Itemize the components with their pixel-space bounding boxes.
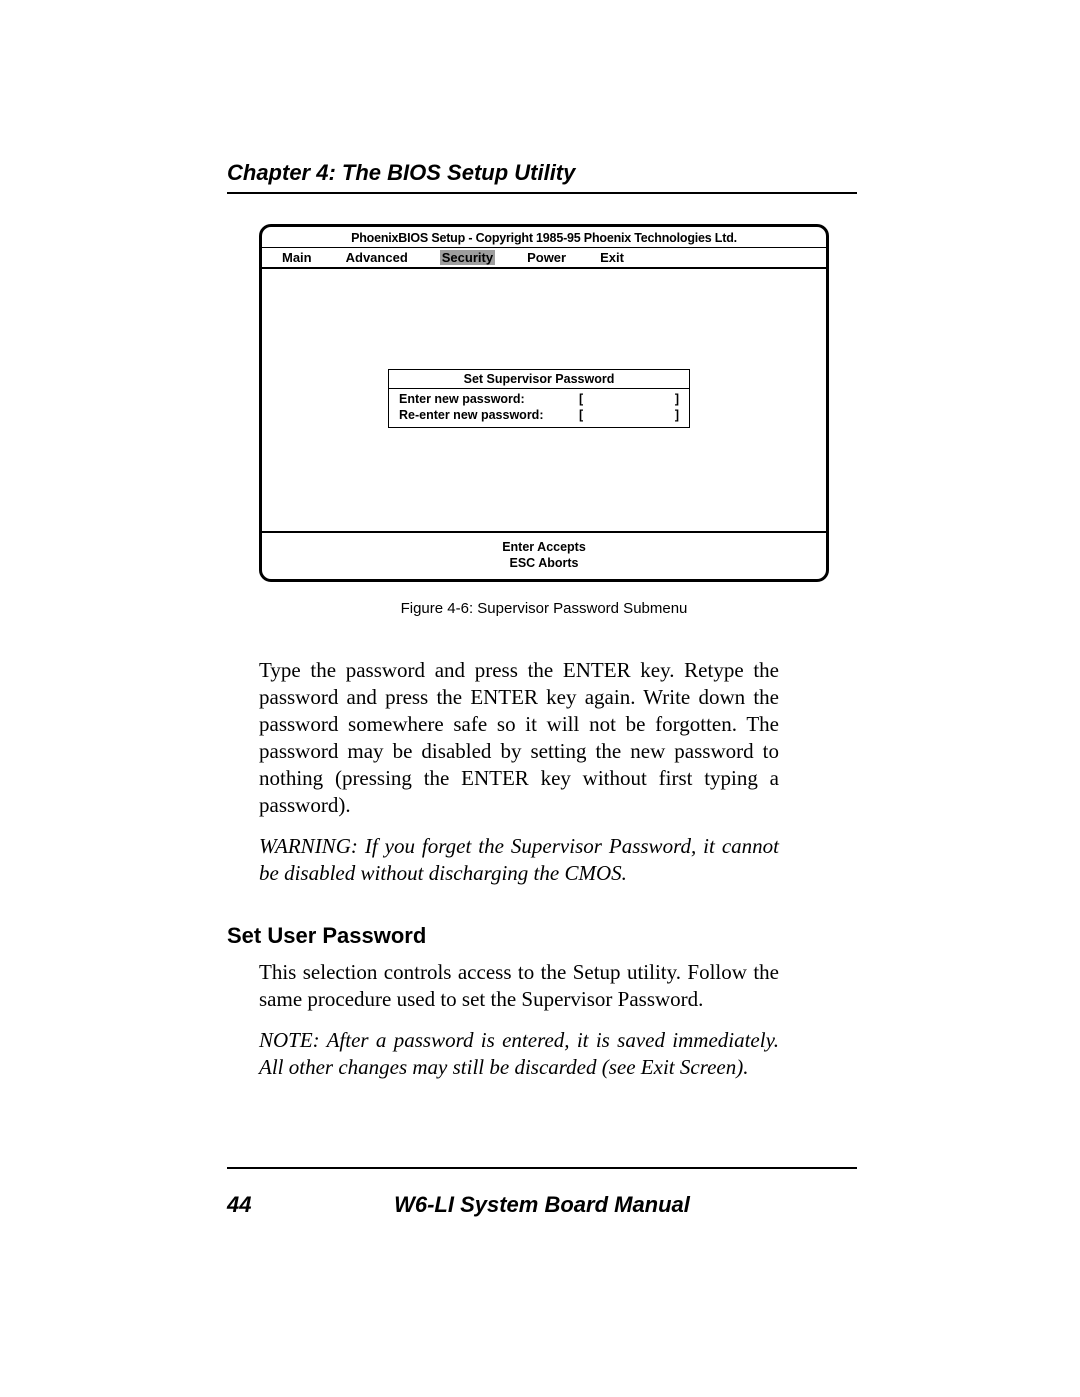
footer-rule [227,1167,857,1169]
tab-main[interactable]: Main [280,250,314,265]
reenter-password-field[interactable]: [ ] [579,407,679,423]
body-paragraph-1: Type the password and press the ENTER ke… [259,657,779,819]
bios-title: PhoenixBIOS Setup - Copyright 1985-95 Ph… [262,227,826,247]
note-paragraph: NOTE: After a password is entered, it is… [259,1027,779,1081]
chapter-title: Chapter 4: The BIOS Setup Utility [227,160,857,186]
header-rule [227,192,857,194]
figure-caption: Figure 4-6: Supervisor Password Submenu [259,600,829,617]
bracket-left: [ [579,391,583,407]
body-paragraph-2: This selection controls access to the Se… [259,959,779,1013]
enter-password-row: Enter new password: [ ] [399,391,679,407]
bracket-left: [ [579,407,583,423]
bios-screenshot: PhoenixBIOS Setup - Copyright 1985-95 Ph… [259,224,829,582]
footer-line-2: ESC Aborts [262,555,826,571]
warning-paragraph: WARNING: If you forget the Supervisor Pa… [259,833,779,887]
tab-advanced[interactable]: Advanced [344,250,410,265]
password-dialog: Set Supervisor Password Enter new passwo… [388,369,690,428]
footer-line-1: Enter Accepts [262,539,826,555]
reenter-password-row: Re-enter new password: [ ] [399,407,679,423]
bracket-right: ] [675,407,679,423]
reenter-password-label: Re-enter new password: [399,407,543,423]
section-heading-user-password: Set User Password [227,923,857,949]
password-dialog-title: Set Supervisor Password [389,370,689,389]
bracket-right: ] [675,391,679,407]
enter-password-field[interactable]: [ ] [579,391,679,407]
bios-body: Set Supervisor Password Enter new passwo… [262,269,826,533]
tab-power[interactable]: Power [525,250,568,265]
enter-password-label: Enter new password: [399,391,525,407]
manual-title: W6-LI System Board Manual [287,1192,797,1218]
bios-menubar: Main Advanced Security Power Exit [262,247,826,269]
tab-security[interactable]: Security [440,250,495,265]
bios-footer: Enter Accepts ESC Aborts [262,533,826,579]
tab-exit[interactable]: Exit [598,250,626,265]
